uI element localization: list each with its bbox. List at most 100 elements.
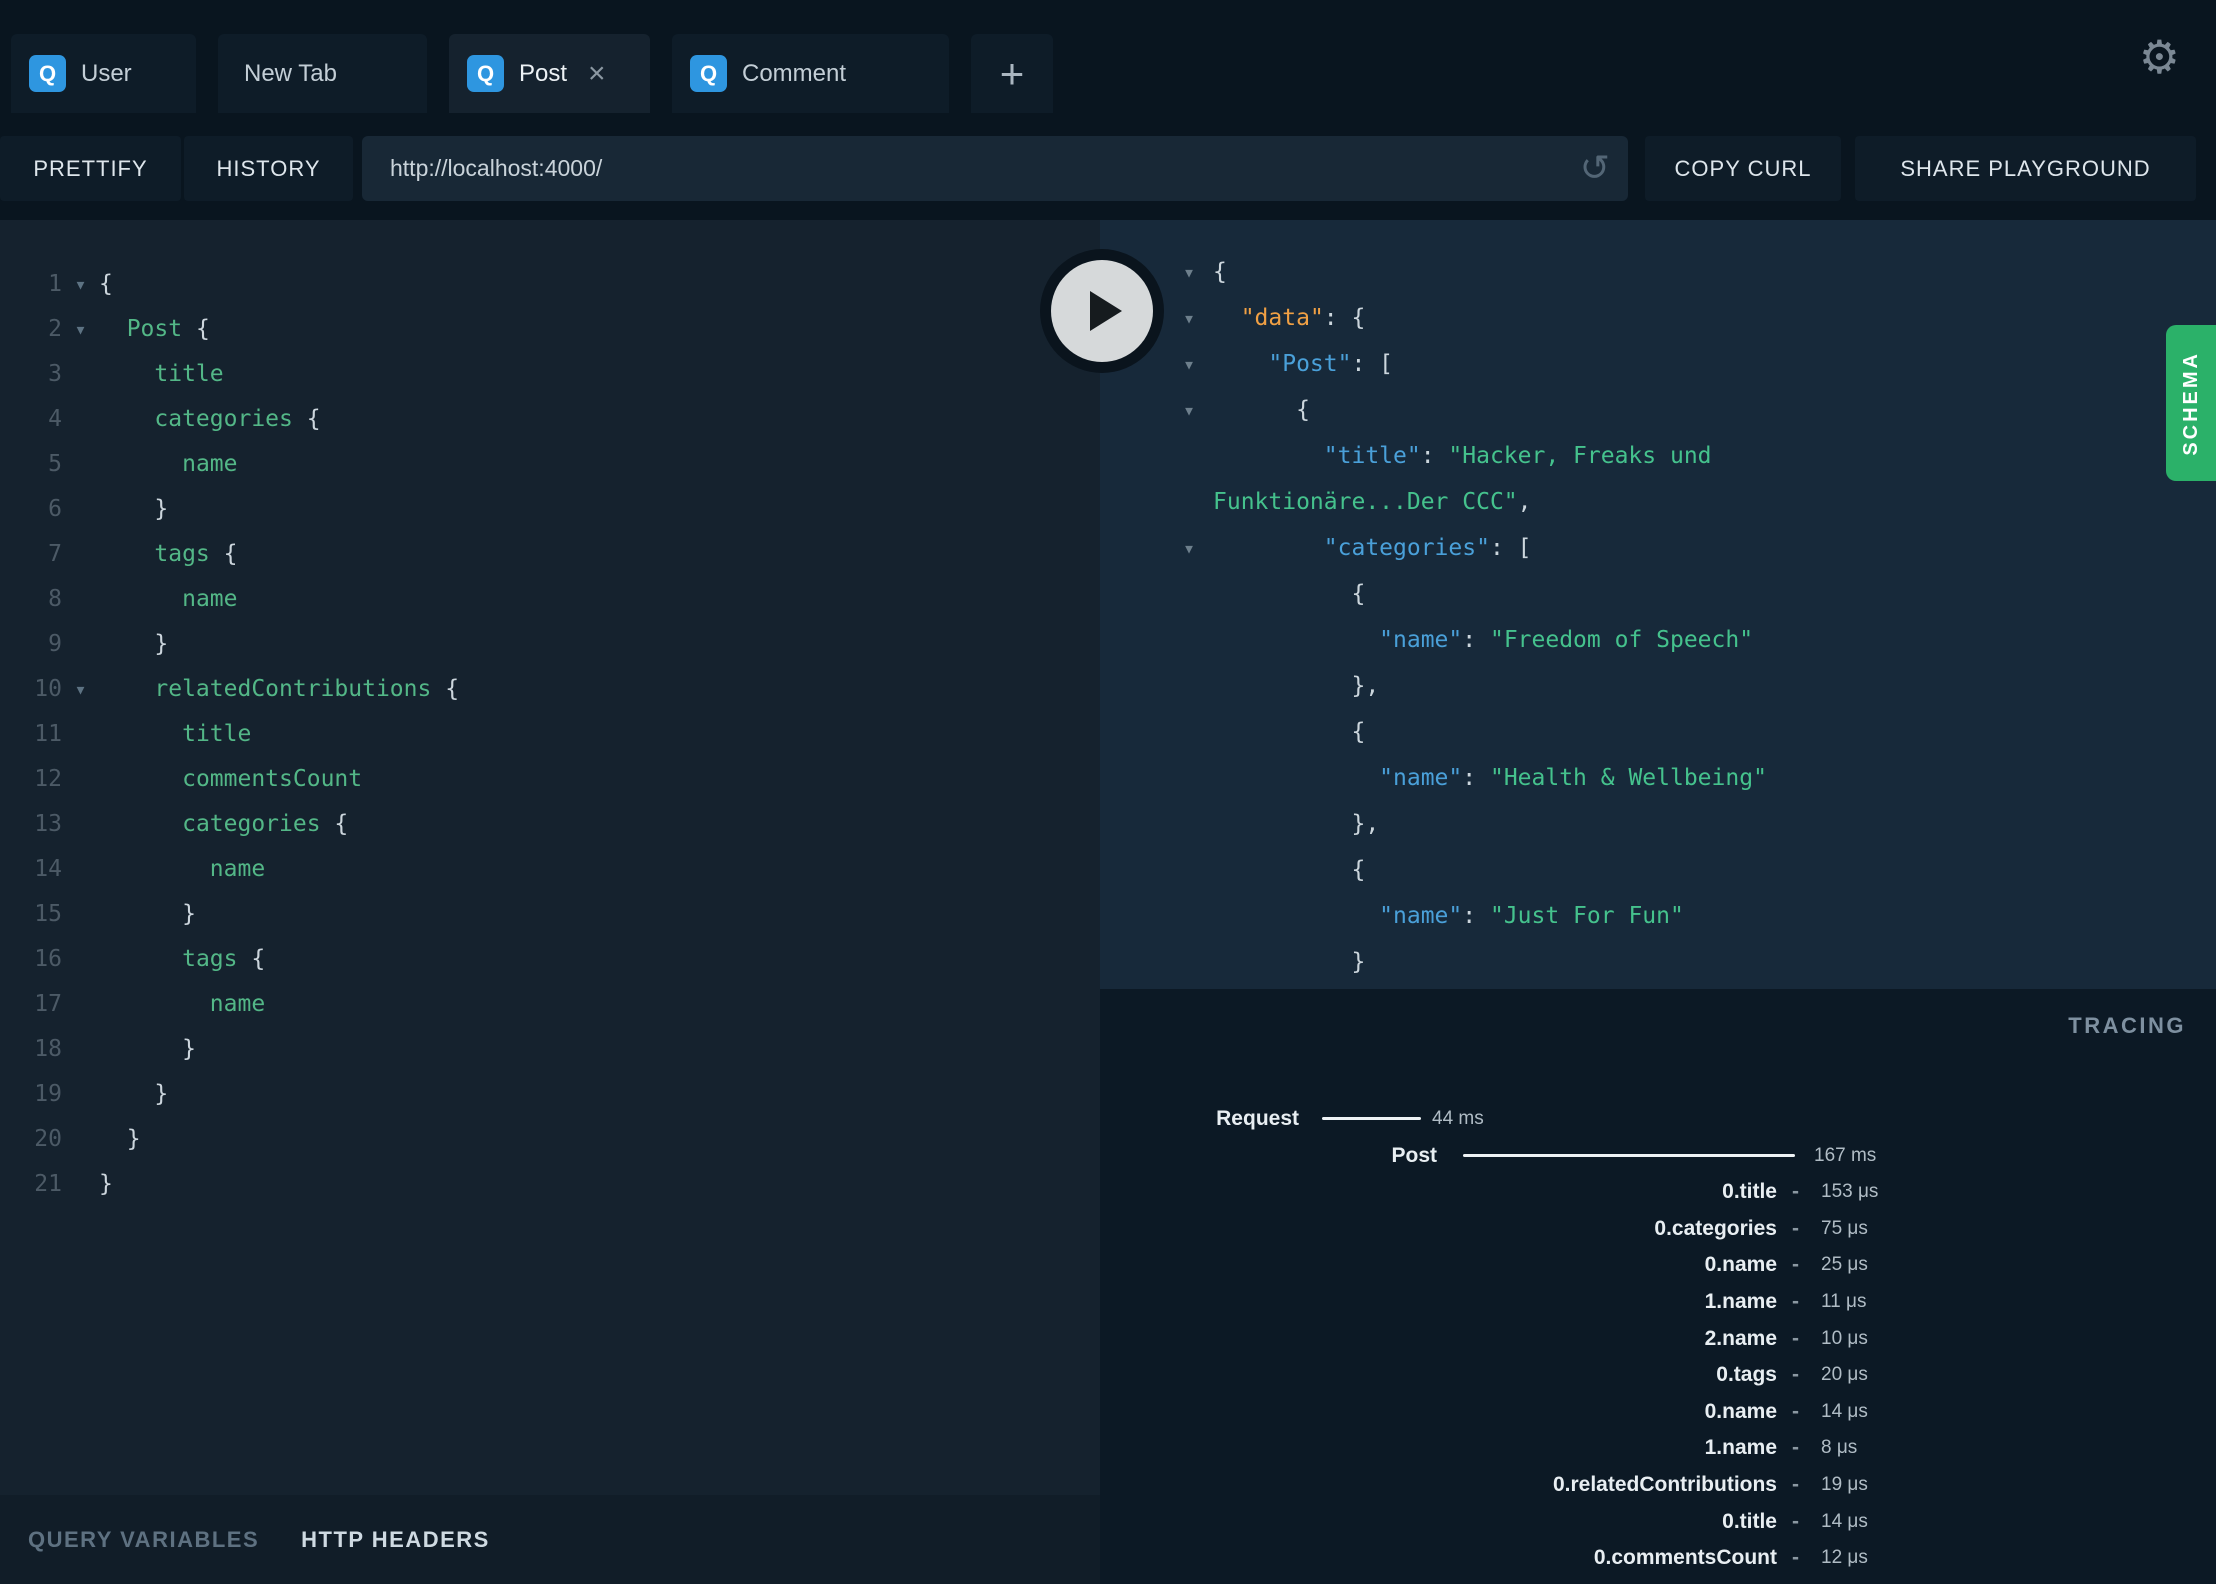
copy-curl-button[interactable]: COPY CURL <box>1645 136 1841 201</box>
query-line[interactable]: 21} <box>0 1162 1100 1207</box>
trace-time: 11 μs <box>1821 1291 1867 1312</box>
tab-comment[interactable]: Q Comment <box>672 34 949 113</box>
line-number: 2 <box>48 316 62 342</box>
query-code-text: commentsCount <box>99 757 362 802</box>
query-editor-panel[interactable]: 1 ▾{2 ▾ Post {3 title 4 categories {5 name 6… <box>0 220 1100 1584</box>
query-line[interactable]: 11 title <box>0 712 1100 757</box>
tracing-toggle[interactable]: TRACING <box>2068 1013 2186 1039</box>
execute-query-button[interactable] <box>1040 249 1164 373</box>
schema-side-tab[interactable]: SCHEMA <box>2166 325 2216 481</box>
query-variables-tab[interactable]: QUERY VARIABLES <box>28 1527 259 1553</box>
query-line[interactable]: 12 commentsCount <box>0 757 1100 802</box>
share-playground-button[interactable]: SHARE PLAYGROUND <box>1855 136 2196 201</box>
code-token: name <box>182 586 238 612</box>
response-viewer-panel[interactable]: ▾{▾ "data": {▾ "Post": [▾ { "title": "Ha… <box>1100 220 2216 989</box>
query-line[interactable]: 16 tags { <box>0 937 1100 982</box>
fold-arrow-icon[interactable]: ▾ <box>1183 387 1213 433</box>
query-line[interactable]: 1 ▾{ <box>0 262 1100 307</box>
query-line[interactable]: 5 name <box>0 442 1100 487</box>
query-line[interactable]: 14 name <box>0 847 1100 892</box>
code-token: name <box>209 991 266 1017</box>
query-line[interactable]: 19 } <box>0 1072 1100 1117</box>
url-input[interactable] <box>362 155 1580 182</box>
query-line[interactable]: 7 tags { <box>0 532 1100 577</box>
code-token: relatedContributions <box>154 676 432 702</box>
trace-span-label: Post <box>1391 1143 1437 1167</box>
code-token: : <box>1462 765 1490 791</box>
query-code-text: } <box>99 487 168 532</box>
fold-arrow-icon[interactable]: ▾ <box>1183 525 1213 571</box>
tracing-panel: TRACING Request 44 ms Post 167 ms 0.title -15… <box>1100 989 2216 1584</box>
query-code-text: name <box>99 982 265 1027</box>
line-number: 5 <box>48 451 62 477</box>
response-line: ▾ "categories": [ <box>1100 525 2216 571</box>
code-token: } <box>182 1036 196 1062</box>
tab-post[interactable]: Q Post × <box>449 34 650 113</box>
line-number: 4 <box>48 406 62 432</box>
settings-gear-icon[interactable]: ⚙ <box>2139 30 2180 84</box>
code-token: : [ <box>1489 535 1532 561</box>
query-line[interactable]: 6 } <box>0 487 1100 532</box>
line-number: 15 <box>34 901 62 927</box>
tab-new-tab[interactable]: New Tab <box>218 34 427 113</box>
tab-user[interactable]: Q User <box>11 34 196 113</box>
reload-icon[interactable]: ↺ <box>1580 148 1628 189</box>
close-tab-icon[interactable]: × <box>588 58 606 89</box>
code-token: } <box>154 1081 169 1107</box>
trace-dash: - <box>1792 1399 1799 1423</box>
query-line[interactable]: 8 name <box>0 577 1100 622</box>
query-line[interactable]: 20 } <box>0 1117 1100 1162</box>
query-line[interactable]: 13 categories { <box>0 802 1100 847</box>
prettify-button[interactable]: PRETTIFY <box>0 136 181 201</box>
code-token: title <box>154 361 224 387</box>
response-line: }, <box>1100 663 2216 709</box>
tab-label: New Tab <box>244 59 337 87</box>
query-line[interactable]: 9 } <box>0 622 1100 667</box>
response-line: ▾ "Post": [ <box>1100 341 2216 387</box>
query-line[interactable]: 17 name <box>0 982 1100 1027</box>
fold-arrow-icon[interactable]: ▾ <box>1183 249 1213 295</box>
code-token: } <box>182 901 196 927</box>
fold-arrow-icon[interactable]: ▾ <box>62 262 99 307</box>
fold-arrow-icon[interactable]: ▾ <box>1183 295 1213 341</box>
trace-time: 8 μs <box>1821 1437 1858 1459</box>
add-tab-button[interactable]: + <box>971 34 1053 113</box>
response-line: }, <box>1100 801 2216 847</box>
code-token: name <box>182 451 238 477</box>
trace-row: 0.title -153 μs <box>1100 1173 2216 1210</box>
code-token: : <box>1462 627 1490 653</box>
fold-arrow-icon[interactable]: ▾ <box>62 667 99 712</box>
query-line[interactable]: 10 ▾ relatedContributions { <box>0 667 1100 712</box>
line-number: 8 <box>48 586 62 612</box>
toolbar: PRETTIFY HISTORY ↺ COPY CURL SHARE PLAYG… <box>0 113 2216 220</box>
fold-arrow-icon[interactable]: ▾ <box>62 307 99 352</box>
http-headers-tab[interactable]: HTTP HEADERS <box>301 1527 490 1553</box>
query-line[interactable]: 15 } <box>0 892 1100 937</box>
fold-arrow-icon[interactable]: ▾ <box>1183 341 1213 387</box>
history-button[interactable]: HISTORY <box>184 136 353 201</box>
code-token: "Just For Fun" <box>1489 903 1684 929</box>
query-line[interactable]: 3 title <box>0 352 1100 397</box>
query-line[interactable]: 2 ▾ Post { <box>0 307 1100 352</box>
response-code-text: "title": "Hacker, Freaks und <box>1213 433 1712 479</box>
query-line[interactable]: 18 } <box>0 1027 1100 1072</box>
query-line[interactable]: 4 categories { <box>0 397 1100 442</box>
line-number: 12 <box>34 766 62 792</box>
tab-label: Comment <box>742 59 847 87</box>
code-token: "name" <box>1379 903 1463 929</box>
